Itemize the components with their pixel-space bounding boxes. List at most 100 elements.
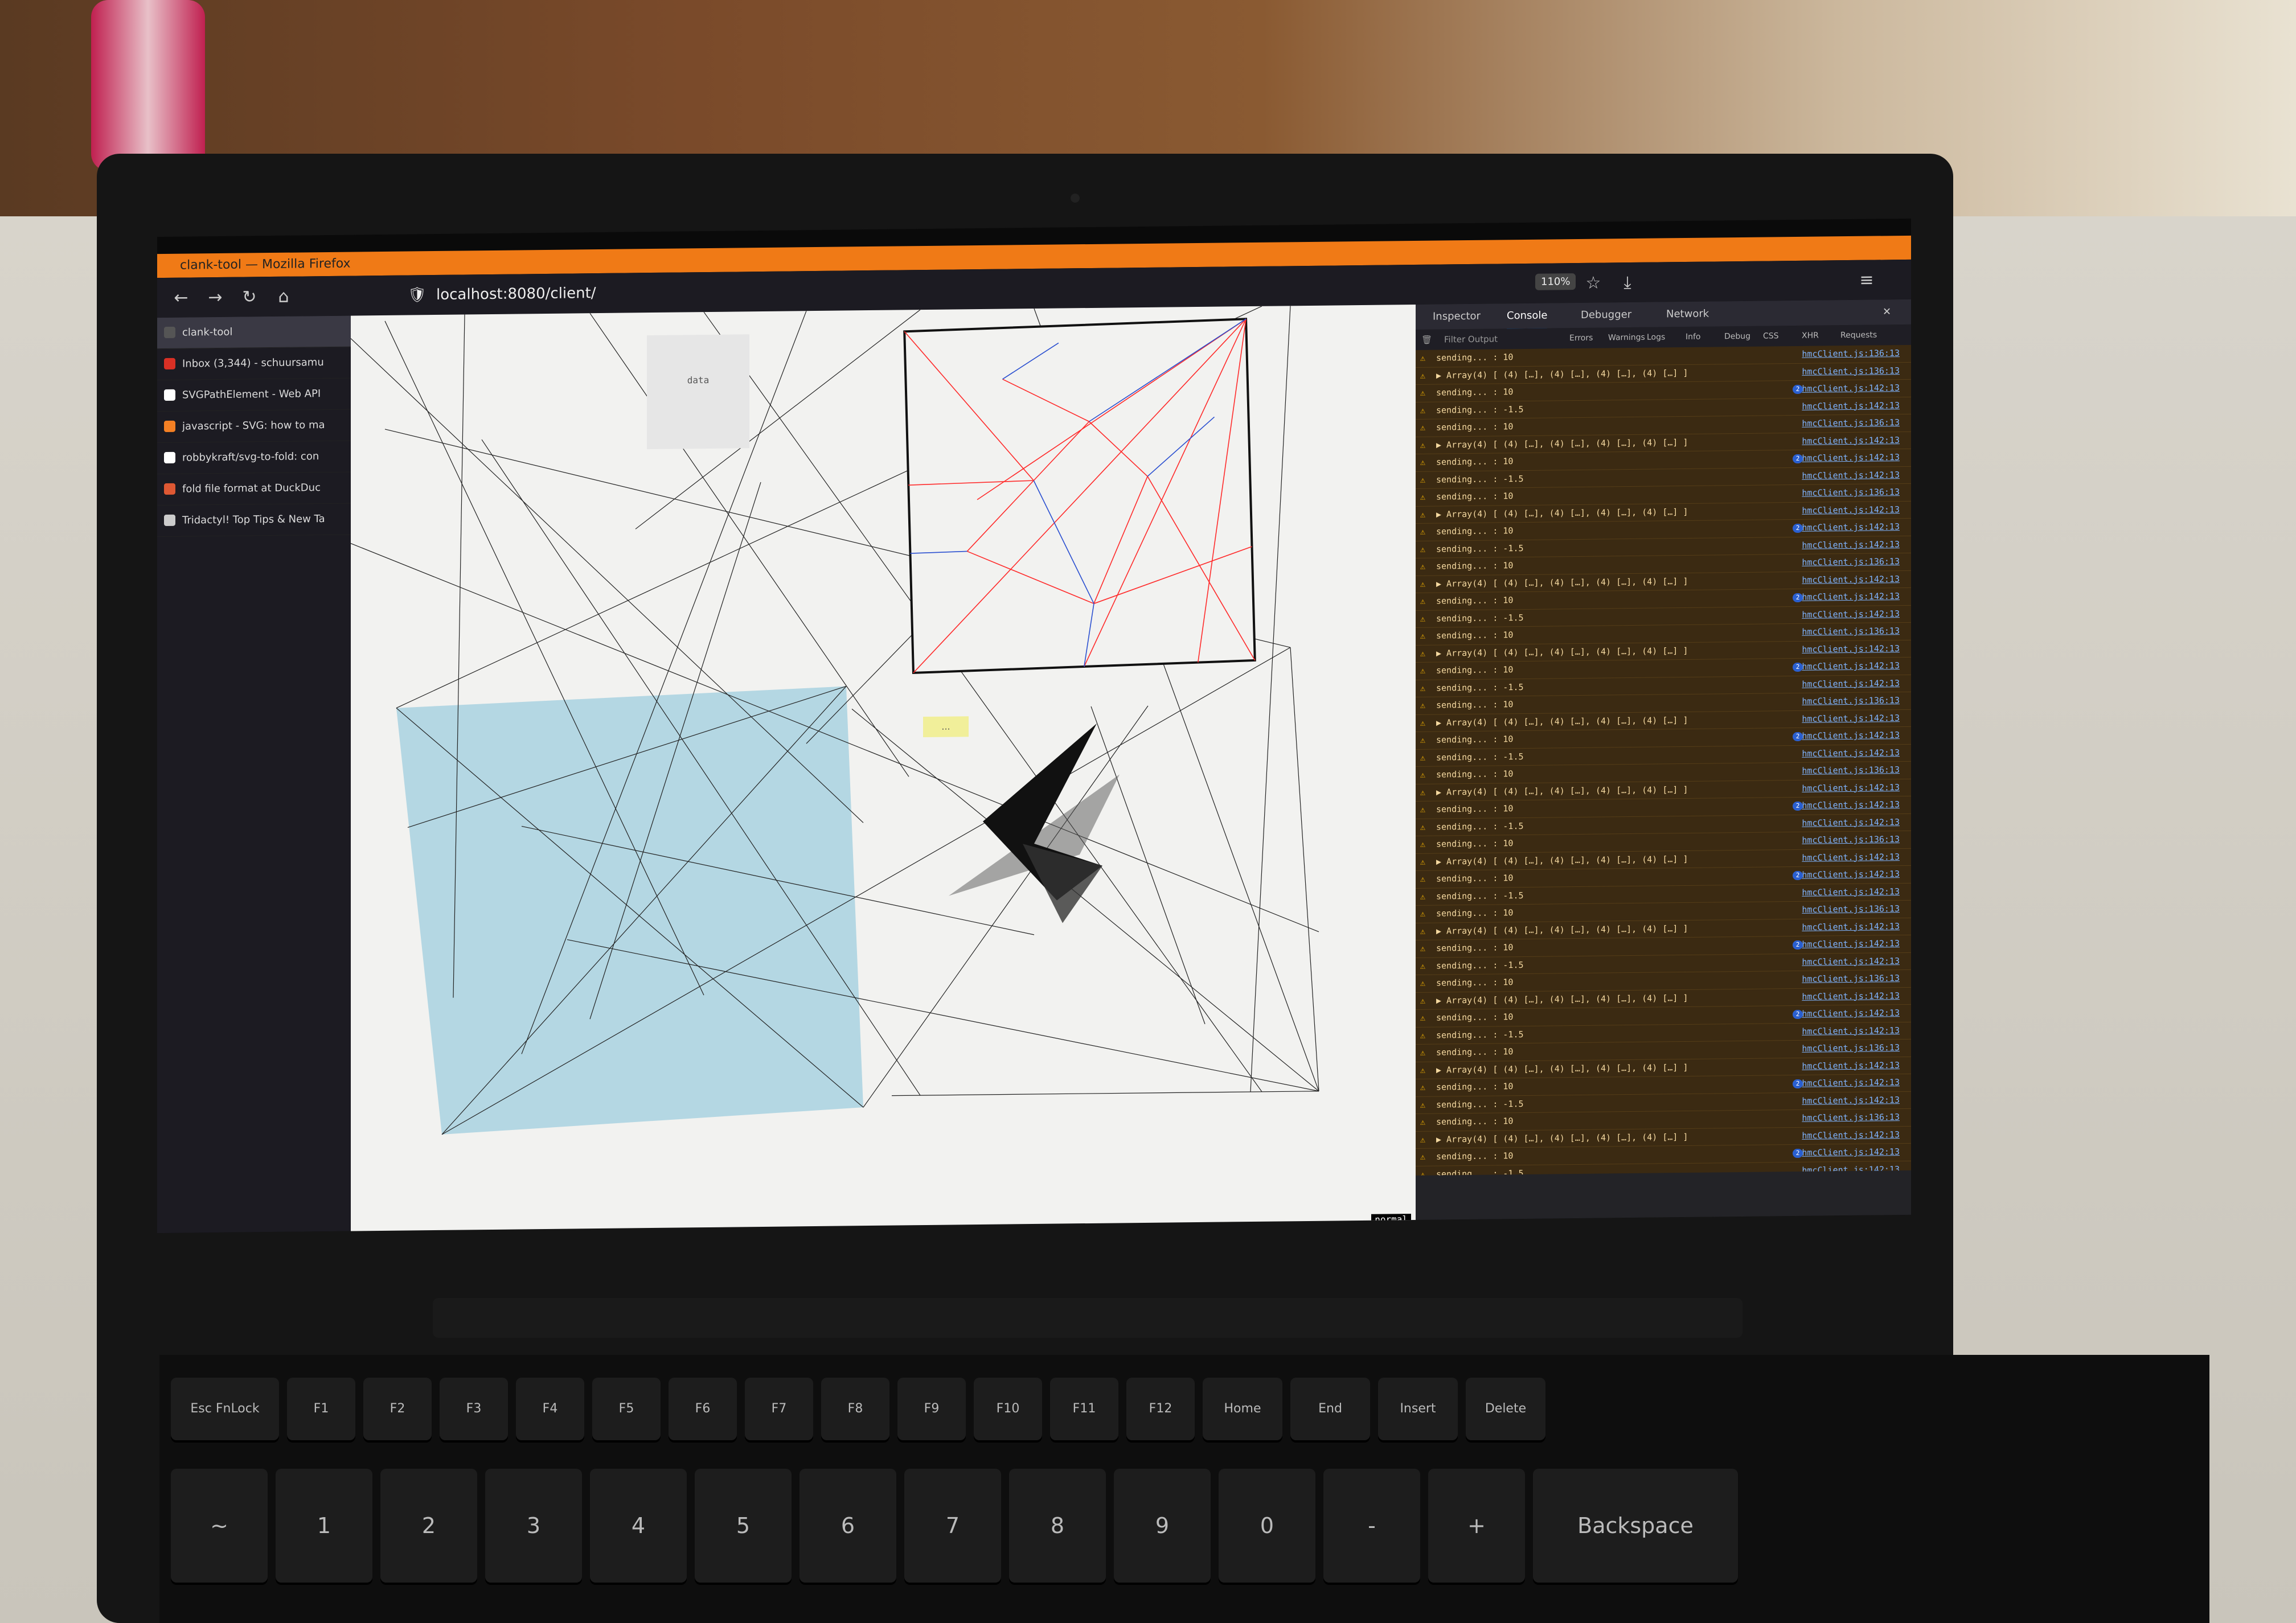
sidebar-tab[interactable]: Tridactyl! Top Tips & New Ta <box>157 503 351 537</box>
console-message[interactable]: ▶ Array(4) [ (4) […], (4) […], (4) […], … <box>1436 850 1688 870</box>
console-message[interactable]: ▶ Array(4) [ (4) […], (4) […], (4) […], … <box>1436 1128 1688 1148</box>
function-key: F1 <box>287 1378 355 1440</box>
tab-network[interactable]: Network <box>1666 302 1709 327</box>
source-link[interactable]: hmcClient.js:142:13 <box>1802 727 1900 745</box>
console-message[interactable]: ▶ Array(4) [ (4) […], (4) […], (4) […], … <box>1436 781 1688 800</box>
source-link[interactable]: hmcClient.js:142:13 <box>1802 1074 1900 1092</box>
filter-chip[interactable]: Info <box>1686 330 1701 344</box>
filter-chip[interactable]: Errors <box>1569 331 1593 345</box>
source-link[interactable]: hmcClient.js:142:13 <box>1802 467 1900 484</box>
download-icon[interactable]: ⤓ <box>1615 270 1640 295</box>
sidebar-tab[interactable]: javascript - SVG: how to ma <box>157 409 351 443</box>
source-link[interactable]: hmcClient.js:142:13 <box>1802 1144 1900 1161</box>
source-link[interactable]: hmcClient.js:142:13 <box>1802 796 1900 814</box>
data-panel[interactable]: data <box>647 334 749 450</box>
source-link[interactable]: hmcClient.js:142:13 <box>1802 449 1900 467</box>
source-link[interactable]: hmcClient.js:142:13 <box>1802 519 1900 536</box>
source-link[interactable]: hmcClient.js:136:13 <box>1802 1109 1900 1127</box>
source-link[interactable]: hmcClient.js:142:13 <box>1802 571 1900 589</box>
source-link[interactable]: hmcClient.js:136:13 <box>1802 901 1900 918</box>
console-message[interactable]: ▶ Array(4) [ (4) […], (4) […], (4) […], … <box>1436 434 1688 453</box>
filter-chip[interactable]: Warnings <box>1608 331 1645 345</box>
console-message[interactable]: ▶ Array(4) [ (4) […], (4) […], (4) […], … <box>1436 712 1688 731</box>
source-link[interactable]: hmcClient.js:142:13 <box>1802 849 1900 866</box>
sidebar-tab[interactable]: SVGPathElement - Web API <box>157 378 351 412</box>
source-link[interactable]: hmcClient.js:142:13 <box>1802 953 1900 971</box>
crease-pattern-svg[interactable] <box>351 305 1416 1233</box>
sidebar-tab[interactable]: robbykraft/svg-to-fold: con <box>157 441 351 475</box>
fold-canvas[interactable]: data ... normal <box>351 304 1416 1234</box>
home-icon[interactable]: ⌂ <box>271 285 296 310</box>
filter-chip[interactable]: Logs <box>1647 330 1665 344</box>
source-link[interactable]: hmcClient.js:142:13 <box>1802 397 1900 415</box>
source-link[interactable]: hmcClient.js:142:13 <box>1802 745 1900 762</box>
tab-inspector[interactable]: Inspector <box>1433 304 1481 330</box>
repeat-count-badge: 2 <box>1793 801 1803 811</box>
source-link[interactable]: hmcClient.js:136:13 <box>1802 970 1900 988</box>
source-link[interactable]: hmcClient.js:142:13 <box>1802 658 1900 675</box>
url-bar[interactable]: 🛡 localhost:8080/client/ <box>402 271 1461 308</box>
source-link[interactable]: hmcClient.js:142:13 <box>1802 640 1900 658</box>
source-link[interactable]: hmcClient.js:136:13 <box>1802 1039 1900 1057</box>
source-link[interactable]: hmcClient.js:142:13 <box>1802 536 1900 554</box>
bookmark-star-icon[interactable]: ☆ <box>1581 270 1606 295</box>
more-button[interactable]: ... <box>923 716 969 738</box>
zoom-indicator[interactable]: 110% <box>1535 273 1576 290</box>
tab-debugger[interactable]: Debugger <box>1581 302 1631 328</box>
tab-console[interactable]: Console <box>1507 303 1548 331</box>
console-message[interactable]: ▶ Array(4) [ (4) […], (4) […], (4) […], … <box>1436 920 1688 939</box>
source-link[interactable]: hmcClient.js:142:13 <box>1802 884 1900 901</box>
source-link[interactable]: hmcClient.js:142:13 <box>1802 1092 1900 1110</box>
source-link[interactable]: hmcClient.js:142:13 <box>1802 380 1900 397</box>
source-link[interactable]: hmcClient.js:142:13 <box>1802 1005 1900 1022</box>
console-message[interactable]: ▶ Array(4) [ (4) […], (4) […], (4) […], … <box>1436 364 1688 384</box>
source-link[interactable]: hmcClient.js:136:13 <box>1802 553 1900 571</box>
source-link[interactable]: hmcClient.js:136:13 <box>1802 363 1900 380</box>
source-link[interactable]: hmcClient.js:136:13 <box>1802 762 1900 779</box>
spray-can <box>91 0 205 171</box>
sidebar-tab[interactable]: fold file format at DuckDuc <box>157 472 351 506</box>
source-link[interactable]: hmcClient.js:142:13 <box>1802 1161 1900 1176</box>
source-link[interactable]: hmcClient.js:136:13 <box>1802 484 1900 502</box>
source-link[interactable]: hmcClient.js:142:13 <box>1802 588 1900 606</box>
source-link[interactable]: hmcClient.js:142:13 <box>1802 432 1900 450</box>
source-link[interactable]: hmcClient.js:142:13 <box>1802 866 1900 884</box>
source-link[interactable]: hmcClient.js:136:13 <box>1802 831 1900 849</box>
source-link[interactable]: hmcClient.js:136:13 <box>1802 414 1900 432</box>
source-link[interactable]: hmcClient.js:136:13 <box>1802 623 1900 640</box>
source-link[interactable]: hmcClient.js:142:13 <box>1802 935 1900 953</box>
sidebar-tab[interactable]: Inbox (3,344) - schuursamu <box>157 347 351 381</box>
source-link[interactable]: hmcClient.js:142:13 <box>1802 814 1900 832</box>
sidebar-tab[interactable]: clank-tool <box>157 315 351 350</box>
filter-chip[interactable]: CSS <box>1763 329 1779 343</box>
console-message[interactable]: ▶ Array(4) [ (4) […], (4) […], (4) […], … <box>1436 573 1688 592</box>
filter-chip[interactable]: Debug <box>1724 330 1750 343</box>
source-link[interactable]: hmcClient.js:142:13 <box>1802 1022 1900 1040</box>
menu-icon[interactable]: ≡ <box>1854 268 1879 293</box>
favicon-icon <box>164 389 175 401</box>
source-link[interactable]: hmcClient.js:142:13 <box>1802 988 1900 1005</box>
source-link[interactable]: hmcClient.js:142:13 <box>1802 710 1900 728</box>
source-link[interactable]: hmcClient.js:142:13 <box>1802 779 1900 797</box>
filter-chip[interactable]: Requests <box>1840 328 1877 342</box>
console-message[interactable]: ▶ Array(4) [ (4) […], (4) […], (4) […], … <box>1436 1059 1688 1078</box>
source-link[interactable]: hmcClient.js:136:13 <box>1802 345 1900 363</box>
console-message[interactable]: ▶ Array(4) [ (4) […], (4) […], (4) […], … <box>1436 989 1688 1009</box>
source-link[interactable]: hmcClient.js:136:13 <box>1802 692 1900 710</box>
back-button[interactable]: ← <box>169 285 194 310</box>
console-message[interactable]: ▶ Array(4) [ (4) […], (4) […], (4) […], … <box>1436 642 1688 661</box>
forward-button[interactable]: → <box>203 285 228 310</box>
filter-input[interactable]: Filter Output <box>1444 328 1498 350</box>
trash-icon[interactable]: 🗑 <box>1421 330 1432 350</box>
source-link[interactable]: hmcClient.js:142:13 <box>1802 918 1900 936</box>
source-link[interactable]: hmcClient.js:142:13 <box>1802 1057 1900 1075</box>
close-icon[interactable]: ✕ <box>1883 299 1891 324</box>
source-link[interactable]: hmcClient.js:142:13 <box>1802 1127 1900 1144</box>
console-message: sending... : 10 <box>1436 1081 1514 1092</box>
filter-chip[interactable]: XHR <box>1802 329 1819 343</box>
source-link[interactable]: hmcClient.js:142:13 <box>1802 502 1900 519</box>
reload-icon[interactable]: ↻ <box>237 285 262 310</box>
source-link[interactable]: hmcClient.js:142:13 <box>1802 606 1900 623</box>
source-link[interactable]: hmcClient.js:142:13 <box>1802 675 1900 693</box>
console-message[interactable]: ▶ Array(4) [ (4) […], (4) […], (4) […], … <box>1436 503 1688 523</box>
